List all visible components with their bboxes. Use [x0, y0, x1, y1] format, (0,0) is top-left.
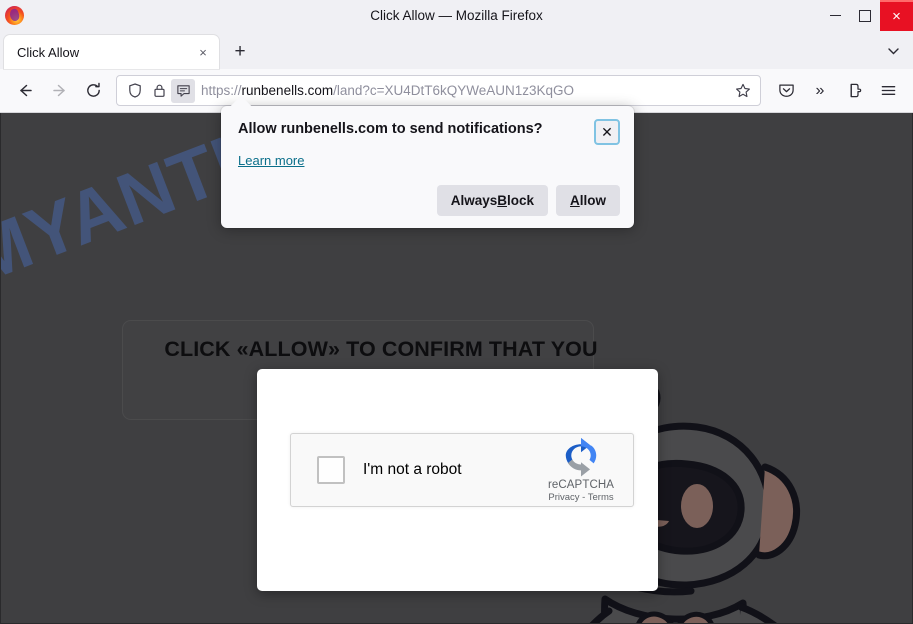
list-all-tabs-chevron-down-icon[interactable] [881, 39, 905, 63]
tab-strip: Click Allow × + [0, 31, 913, 69]
window-controls: × [820, 0, 913, 31]
lock-icon[interactable] [147, 79, 171, 103]
browser-tab[interactable]: Click Allow × [4, 35, 219, 69]
minimize-button[interactable] [820, 0, 850, 31]
back-button[interactable] [8, 74, 42, 108]
always-block-accelerator: B [497, 193, 507, 208]
window-title: Click Allow — Mozilla Firefox [370, 8, 543, 23]
url-scheme: https:// [201, 83, 242, 98]
recaptcha-widget[interactable]: I'm not a robot reCAPTCHA Privacy - Term… [290, 433, 634, 507]
toolbar-right-icons: » [769, 74, 905, 108]
notification-permission-icon[interactable] [171, 78, 195, 103]
maximize-button[interactable] [850, 0, 880, 31]
recaptcha-brand-name: reCAPTCHA [547, 478, 615, 491]
permission-popup-heading: Allow runbenells.com to send notificatio… [238, 121, 543, 137]
extensions-icon[interactable] [837, 74, 871, 108]
allow-button[interactable]: Allow [556, 185, 620, 216]
url-path: /land?c=XU4DtT6kQYWeAUN1z3KqGO [333, 83, 575, 98]
always-block-suffix: lock [506, 193, 534, 208]
pocket-icon[interactable] [769, 74, 803, 108]
reload-button[interactable] [76, 74, 110, 108]
recaptcha-privacy-terms-links[interactable]: Privacy - Terms [535, 492, 627, 503]
allow-suffix: llow [579, 193, 606, 208]
tab-title: Click Allow [17, 44, 80, 60]
shield-icon[interactable] [123, 79, 147, 103]
bookmark-star-icon[interactable] [730, 78, 756, 104]
close-icon[interactable]: ✕ [594, 119, 620, 145]
forward-button[interactable] [42, 74, 76, 108]
allow-accelerator: A [570, 193, 580, 208]
url-bar[interactable]: https://runbenells.com/land?c=XU4DtT6kQY… [116, 75, 761, 106]
url-host: runbenells.com [241, 83, 334, 98]
always-block-prefix: Always [450, 193, 498, 208]
title-bar: Click Allow — Mozilla Firefox × [0, 0, 913, 31]
url-text[interactable]: https://runbenells.com/land?c=XU4DtT6kQY… [201, 83, 730, 98]
captcha-card: MYANTISPYWARE.COM I'm not a robot reCAPT… [257, 369, 658, 591]
page-heading: CLICK «ALLOW» TO CONFIRM THAT YOU [164, 337, 598, 361]
close-window-button[interactable]: × [880, 0, 913, 31]
recaptcha-logo-icon [535, 437, 627, 478]
overflow-chevrons-icon[interactable]: » [803, 74, 837, 108]
new-tab-button[interactable]: + [225, 37, 255, 67]
notification-permission-popup: Allow runbenells.com to send notificatio… [221, 106, 634, 228]
learn-more-link[interactable]: Learn more [238, 153, 304, 168]
im-not-a-robot-checkbox[interactable] [317, 456, 345, 484]
close-tab-icon[interactable]: × [193, 42, 213, 62]
always-block-button[interactable]: Always Block [436, 185, 548, 216]
hamburger-menu-icon[interactable] [871, 74, 905, 108]
recaptcha-branding: reCAPTCHA Privacy - Terms [535, 437, 633, 503]
recaptcha-label: I'm not a robot [363, 461, 462, 478]
firefox-browser-window: Click Allow — Mozilla Firefox × Click Al… [0, 0, 913, 624]
permission-popup-actions: Always Block Allow [436, 185, 620, 216]
